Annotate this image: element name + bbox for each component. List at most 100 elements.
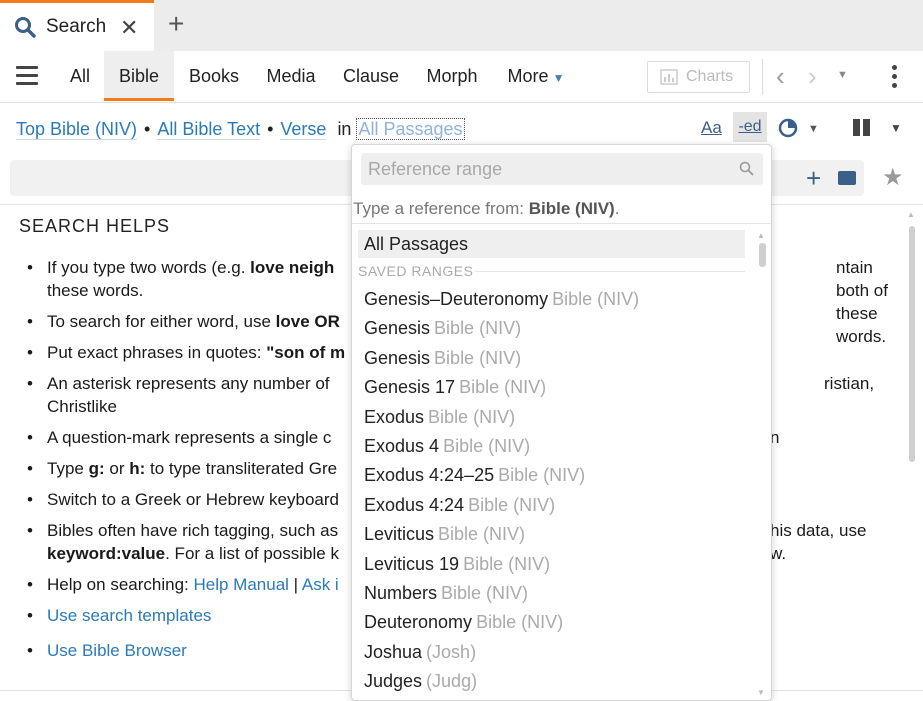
saved-range-item[interactable]: Leviticus 19 Bible (NIV) bbox=[364, 550, 754, 579]
tab-morph[interactable]: Morph bbox=[416, 51, 488, 101]
toolbar-divider bbox=[762, 59, 763, 95]
favorite-star-icon[interactable]: ★ bbox=[882, 163, 904, 192]
match-forms-button[interactable]: -ed bbox=[733, 112, 767, 142]
charts-label: Charts bbox=[686, 68, 734, 85]
bible-browser-link[interactable]: Use Bible Browser bbox=[47, 641, 187, 660]
range-name: Judges bbox=[364, 671, 423, 692]
separator-dot: • bbox=[144, 119, 151, 139]
range-source: Bible (NIV) bbox=[552, 289, 640, 309]
tab-media[interactable]: Media bbox=[256, 51, 326, 101]
search-icon bbox=[739, 161, 754, 176]
range-source: Bible (NIV) bbox=[463, 553, 551, 574]
range-source: Bible (NIV) bbox=[441, 582, 529, 603]
range-source: Bible (NIV) bbox=[434, 347, 522, 368]
dropdown-scrollbar[interactable] bbox=[759, 243, 766, 267]
chevron-down-icon[interactable]: ▼ bbox=[890, 121, 902, 135]
add-term-plus-icon[interactable]: + bbox=[806, 163, 821, 194]
saved-range-item[interactable]: Genesis Bible (NIV) bbox=[364, 344, 754, 373]
range-source: Bible (NIV) bbox=[434, 318, 522, 339]
range-name: Genesis 17 bbox=[364, 377, 456, 398]
text-selector[interactable]: All Bible Text bbox=[157, 119, 261, 140]
reference-range-input[interactable] bbox=[361, 153, 763, 185]
in-word: in bbox=[337, 119, 352, 139]
scroll-up-arrow-icon[interactable]: ▲ bbox=[907, 210, 915, 219]
range-source: Bible (NIV) bbox=[428, 406, 516, 427]
bible-selector[interactable]: Top Bible (NIV) bbox=[16, 119, 138, 140]
keyboard-icon[interactable] bbox=[838, 171, 856, 185]
tab-more-label: More bbox=[507, 66, 549, 86]
tab-books-label: Books bbox=[188, 66, 240, 86]
saved-range-item[interactable]: Genesis Bible (NIV) bbox=[364, 314, 754, 343]
divider bbox=[352, 223, 771, 224]
reference-range-dropdown: Type a reference from: Bible (NIV). All … bbox=[351, 144, 772, 701]
separator-dot: • bbox=[267, 119, 274, 139]
range-source: Bible (NIV) bbox=[498, 465, 586, 486]
saved-range-item[interactable]: Exodus 4:24–25 Bible (NIV) bbox=[364, 461, 754, 490]
tab-search[interactable]: Search ✕ bbox=[0, 0, 154, 51]
reference-hint: Type a reference from: Bible (NIV). bbox=[353, 199, 620, 218]
help-manual-link[interactable]: Help Manual bbox=[193, 575, 288, 594]
tab-all[interactable]: All bbox=[58, 51, 102, 101]
range-source: Bible (NIV) bbox=[459, 377, 547, 398]
tab-all-label: All bbox=[69, 66, 90, 86]
page-scrollbar[interactable] bbox=[909, 226, 915, 462]
scroll-up-arrow-icon[interactable]: ▲ bbox=[757, 231, 765, 240]
range-source: Bible (NIV) bbox=[438, 524, 526, 545]
tab-label: Search bbox=[46, 16, 107, 37]
range-name: Joshua bbox=[364, 641, 423, 662]
range-source: (Josh) bbox=[426, 641, 477, 662]
range-name: Genesis–Deuteronomy bbox=[364, 289, 549, 309]
saved-range-item[interactable]: Numbers Bible (NIV) bbox=[364, 579, 754, 608]
more-options-icon[interactable] bbox=[892, 65, 898, 92]
range-name: Leviticus 19 bbox=[364, 553, 460, 574]
range-selector[interactable]: All Passages bbox=[356, 118, 465, 140]
bar-chart-icon bbox=[660, 69, 678, 85]
saved-range-item[interactable]: Deuteronomy Bible (NIV) bbox=[364, 608, 754, 637]
search-spec-row: Top Bible (NIV) • All Bible Text • Verse in A… bbox=[16, 118, 465, 140]
pie-view-icon[interactable] bbox=[778, 118, 798, 138]
unit-selector[interactable]: Verse bbox=[280, 119, 327, 140]
charts-button[interactable]: Charts bbox=[647, 61, 750, 93]
range-source: Bible (NIV) bbox=[476, 612, 564, 633]
range-name: Exodus 4:24 bbox=[364, 494, 465, 515]
ask-link[interactable]: Ask i bbox=[302, 575, 339, 594]
all-passages-option[interactable]: All Passages bbox=[358, 230, 745, 258]
new-tab-plus-icon[interactable]: + bbox=[168, 8, 184, 40]
saved-range-item[interactable]: Exodus 4 Bible (NIV) bbox=[364, 432, 754, 461]
saved-range-item[interactable]: Leviticus Bible (NIV) bbox=[364, 520, 754, 549]
chevron-down-icon: ▼ bbox=[552, 71, 565, 85]
forward-arrow-icon[interactable]: › bbox=[808, 61, 817, 92]
hamburger-menu-icon[interactable] bbox=[16, 66, 38, 86]
range-name: Genesis bbox=[364, 347, 431, 368]
tab-media-label: Media bbox=[266, 66, 316, 86]
saved-range-item[interactable]: Exodus Bible (NIV) bbox=[364, 403, 754, 432]
history-dropdown-icon[interactable]: ▼ bbox=[837, 69, 848, 81]
saved-range-item[interactable]: Genesis 17 Bible (NIV) bbox=[364, 373, 754, 402]
saved-range-item[interactable]: Genesis–Deuteronomy Bible (NIV) bbox=[364, 285, 754, 314]
tab-more[interactable]: More ▼ bbox=[498, 51, 574, 101]
search-templates-link[interactable]: Use search templates bbox=[47, 606, 211, 625]
scroll-down-arrow-icon[interactable]: ▼ bbox=[757, 688, 765, 697]
tab-books[interactable]: Books bbox=[178, 51, 250, 101]
tab-bible[interactable]: Bible bbox=[104, 51, 174, 101]
saved-range-item[interactable]: Exodus 4:24 Bible (NIV) bbox=[364, 491, 754, 520]
tab-bible-label: Bible bbox=[118, 66, 160, 86]
chevron-down-icon[interactable]: ▼ bbox=[808, 123, 819, 135]
range-name: Deuteronomy bbox=[364, 612, 473, 633]
saved-range-item[interactable]: Judges (Judg) bbox=[364, 667, 754, 696]
range-name: Exodus 4:24–25 bbox=[364, 465, 495, 486]
saved-ranges-list: Genesis–Deuteronomy Bible (NIV) Genesis Bib… bbox=[364, 285, 754, 696]
columns-icon[interactable] bbox=[853, 119, 871, 136]
saved-range-item[interactable]: Joshua (Josh) bbox=[364, 638, 754, 667]
range-source: (Judg) bbox=[426, 671, 478, 692]
toolbar: All Bible Books Media Clause Morph More ▼… bbox=[0, 51, 923, 103]
search-icon bbox=[15, 17, 36, 38]
range-name: Genesis bbox=[364, 318, 431, 339]
tab-clause[interactable]: Clause bbox=[336, 51, 406, 101]
match-case-button[interactable]: Aa bbox=[701, 118, 722, 138]
back-arrow-icon[interactable]: ‹ bbox=[776, 61, 785, 92]
range-source: Bible (NIV) bbox=[443, 435, 531, 456]
range-name: Leviticus bbox=[364, 524, 435, 545]
saved-ranges-header: SAVED RANGES bbox=[358, 263, 474, 279]
close-icon[interactable]: ✕ bbox=[120, 15, 138, 41]
